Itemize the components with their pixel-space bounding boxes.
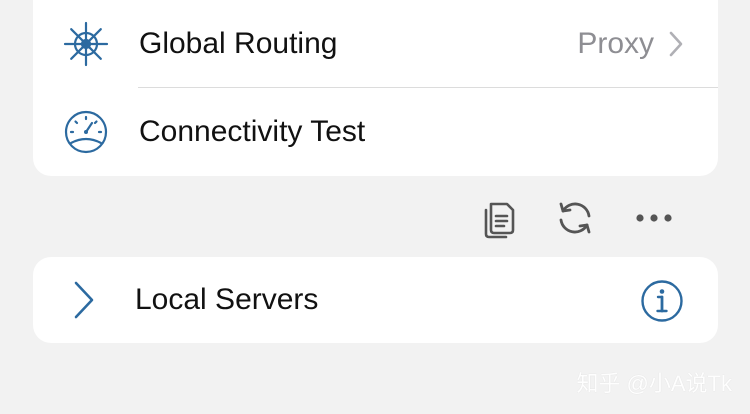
more-icon[interactable] [632, 196, 676, 240]
connectivity-test-row[interactable]: Connectivity Test [33, 88, 718, 175]
local-servers-row[interactable]: Local Servers [33, 257, 718, 343]
local-servers-label: Local Servers [135, 283, 319, 316]
global-routing-row[interactable]: Global Routing Proxy [33, 0, 718, 87]
watermark: 知乎 @小A说Tk [576, 371, 732, 396]
refresh-icon[interactable] [553, 196, 597, 240]
ship-wheel-icon [63, 21, 109, 66]
chevron-right-icon [669, 31, 683, 56]
settings-card: Global Routing Proxy Connectivity Test [33, 0, 718, 176]
copy-icon[interactable] [476, 196, 520, 240]
speedometer-icon [64, 110, 108, 153]
connectivity-test-label: Connectivity Test [139, 114, 366, 148]
chevron-right-icon[interactable] [71, 279, 97, 321]
info-icon[interactable] [640, 279, 684, 323]
global-routing-value: Proxy [577, 26, 654, 60]
global-routing-label: Global Routing [139, 26, 338, 60]
